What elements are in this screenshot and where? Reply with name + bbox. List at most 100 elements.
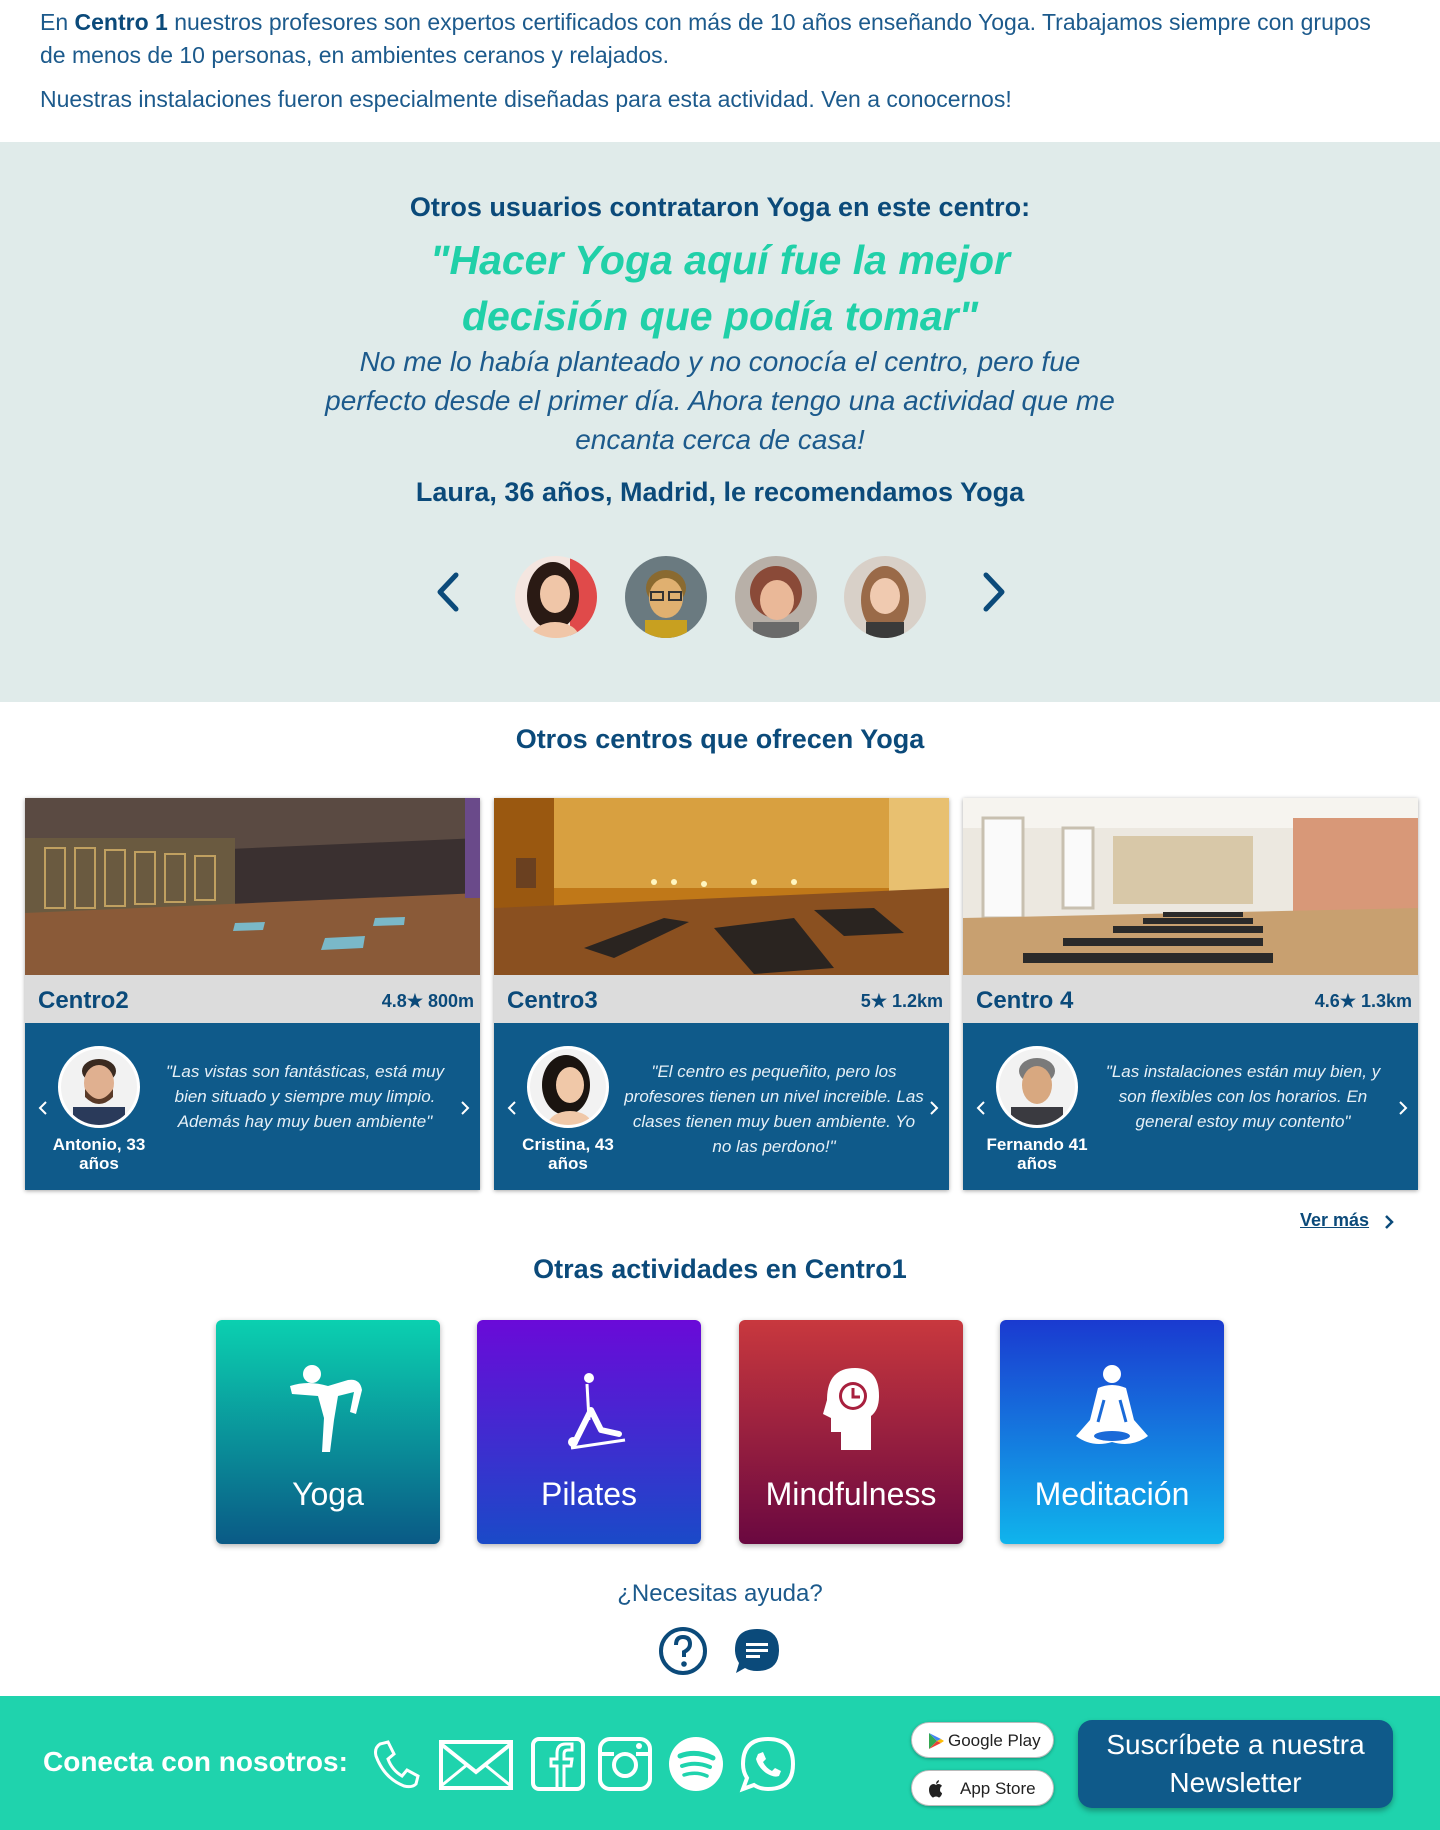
- email-icon[interactable]: [438, 1734, 514, 1794]
- center-rating: 4.8: [381, 991, 407, 1011]
- phone-icon[interactable]: [366, 1734, 426, 1794]
- review-prev-button[interactable]: [37, 1098, 49, 1118]
- activity-pilates[interactable]: Pilates: [477, 1320, 701, 1544]
- studio-photo-icon: [494, 798, 949, 975]
- center-distance: 1.2km: [891, 991, 943, 1011]
- spotify-icon[interactable]: [666, 1734, 726, 1794]
- avatar-woman-long-hair-icon: [844, 556, 926, 638]
- chevron-right-icon: [461, 1101, 470, 1115]
- whatsapp-icon[interactable]: [738, 1734, 798, 1794]
- avatar-man-glasses-icon: [625, 556, 707, 638]
- testimonial-section: Otros usuarios contrataron Yoga en este …: [0, 142, 1440, 702]
- newsletter-label-line2: Newsletter: [1169, 1767, 1302, 1798]
- testimonial-body: No me lo había planteado y no conocía el…: [325, 346, 1115, 455]
- footer: Conecta con nosotros: Google Play App St…: [0, 1696, 1440, 1830]
- review-quote: "El centro es pequeñito, pero los profes…: [624, 1062, 924, 1156]
- testimonial-avatar-4[interactable]: [844, 556, 926, 638]
- instagram-icon[interactable]: [595, 1734, 655, 1794]
- chevron-left-icon: [38, 1101, 47, 1115]
- chevron-left-icon: [437, 572, 459, 612]
- review-quote: "Las instalaciones están muy bien, y son…: [1105, 1062, 1381, 1131]
- center-card-header: Centro 4 4.6★ 1.3km: [963, 975, 1418, 1023]
- facebook-icon[interactable]: [528, 1734, 588, 1794]
- star-icon: ★: [1339, 991, 1361, 1011]
- reviewer-name: Cristina, 43 años: [522, 1135, 614, 1173]
- center-card[interactable]: Centro3 5★ 1.2km Cristina, 43 años "El c…: [494, 798, 949, 1190]
- mind-clock-icon: [791, 1360, 911, 1460]
- center-card-header: Centro3 5★ 1.2km: [494, 975, 949, 1023]
- avatar-woman-dark-hair-icon: [530, 1049, 606, 1125]
- activity-label: Meditación: [1034, 1476, 1190, 1512]
- center-card[interactable]: Centro2 4.8★ 800m Antonio, 33 años "Las …: [25, 798, 480, 1190]
- ver-mas-link[interactable]: Ver más: [1300, 1210, 1369, 1231]
- reviewer-avatar: [527, 1046, 609, 1128]
- chat-icon: [735, 1629, 779, 1673]
- other-activities-title: Otras actividades en Centro1: [533, 1254, 907, 1284]
- review-quote: "Las vistas son fantásticas, está muy bi…: [165, 1062, 445, 1131]
- question-icon: [659, 1627, 707, 1675]
- intro-paragraph-2: Nuestras instalaciones fueron especialme…: [40, 86, 1012, 112]
- app-store-label: App Store: [960, 1779, 1036, 1798]
- center-distance: 1.3km: [1360, 991, 1412, 1011]
- chevron-right-icon: [1399, 1101, 1408, 1115]
- help-question-button[interactable]: [658, 1626, 708, 1676]
- review-prev-button[interactable]: [975, 1098, 987, 1118]
- intro-center-name: Centro 1: [74, 9, 168, 35]
- testimonial-avatar-2[interactable]: [625, 556, 707, 638]
- google-play-label: Google Play: [948, 1731, 1041, 1750]
- center-photo: [494, 798, 949, 975]
- activity-yoga[interactable]: Yoga: [216, 1320, 440, 1544]
- testimonial-heading: Otros usuarios contrataron Yoga en este …: [409, 192, 1031, 222]
- apple-icon: [926, 1779, 946, 1799]
- intro-text-start: En: [40, 9, 75, 35]
- center-review: Antonio, 33 años "Las vistas son fantást…: [25, 1023, 480, 1190]
- testimonial-next-button[interactable]: [974, 567, 1014, 617]
- center-review: Cristina, 43 años "El centro es pequeñit…: [494, 1023, 949, 1190]
- chevron-right-icon: [983, 572, 1005, 612]
- reviewer-avatar: [996, 1046, 1078, 1128]
- footer-connect-label: Conecta con nosotros:: [43, 1746, 348, 1777]
- yoga-pose-icon: [268, 1360, 388, 1460]
- activity-label: Mindfulness: [765, 1476, 937, 1512]
- activity-meditacion[interactable]: Meditación: [1000, 1320, 1224, 1544]
- avatar-woman-short-hair-icon: [735, 556, 817, 638]
- activity-mindfulness[interactable]: Mindfulness: [739, 1320, 963, 1544]
- review-next-button[interactable]: [1397, 1098, 1409, 1118]
- intro-text: En Centro 1 nuestros profesores son expe…: [40, 6, 1400, 127]
- meditation-icon: [1052, 1360, 1172, 1460]
- app-store-button[interactable]: App Store: [911, 1770, 1054, 1806]
- chevron-left-icon: [976, 1101, 985, 1115]
- review-prev-button[interactable]: [506, 1098, 518, 1118]
- avatar-man-beard-icon: [61, 1049, 137, 1125]
- help-text: ¿Necesitas ayuda?: [617, 1580, 823, 1607]
- testimonial-quote: "Hacer Yoga aquí fue la mejor decisión q…: [430, 237, 1010, 339]
- review-next-button[interactable]: [928, 1098, 940, 1118]
- reviewer-name: Fernando 41 años: [986, 1135, 1088, 1173]
- center-rating: 5: [860, 991, 871, 1011]
- reviewer-name: Antonio, 33 años: [52, 1135, 146, 1173]
- activity-label: Yoga: [292, 1476, 364, 1512]
- center-card[interactable]: Centro 4 4.6★ 1.3km Fernando 41 años "La…: [963, 798, 1418, 1190]
- review-next-button[interactable]: [459, 1098, 471, 1118]
- testimonial-avatar-1[interactable]: [515, 556, 597, 638]
- testimonial-prev-button[interactable]: [428, 567, 468, 617]
- studio-photo-icon: [963, 798, 1418, 975]
- help-chat-button[interactable]: [732, 1626, 782, 1676]
- center-name: Centro2: [38, 987, 129, 1014]
- avatar-man-grey-hair-icon: [999, 1049, 1075, 1125]
- center-rating: 4.6: [1314, 991, 1340, 1011]
- chevron-left-icon: [507, 1101, 516, 1115]
- newsletter-button[interactable]: Suscríbete a nuestra Newsletter: [1078, 1720, 1393, 1808]
- avatar-woman-dark-hair-icon: [515, 556, 597, 638]
- center-photo: [963, 798, 1418, 975]
- star-icon: ★: [870, 991, 892, 1011]
- chevron-right-icon[interactable]: [1383, 1213, 1395, 1231]
- studio-photo-icon: [25, 798, 480, 975]
- testimonial-author: Laura, 36 años, Madrid, le recomendamos …: [415, 477, 1025, 507]
- google-play-icon: [926, 1731, 946, 1751]
- center-card-header: Centro2 4.8★ 800m: [25, 975, 480, 1023]
- testimonial-avatar-3[interactable]: [735, 556, 817, 638]
- other-centers-title: Otros centros que ofrecen Yoga: [515, 724, 925, 754]
- google-play-button[interactable]: Google Play: [911, 1722, 1054, 1758]
- center-rating-distance: 5★ 1.2km: [861, 991, 943, 1012]
